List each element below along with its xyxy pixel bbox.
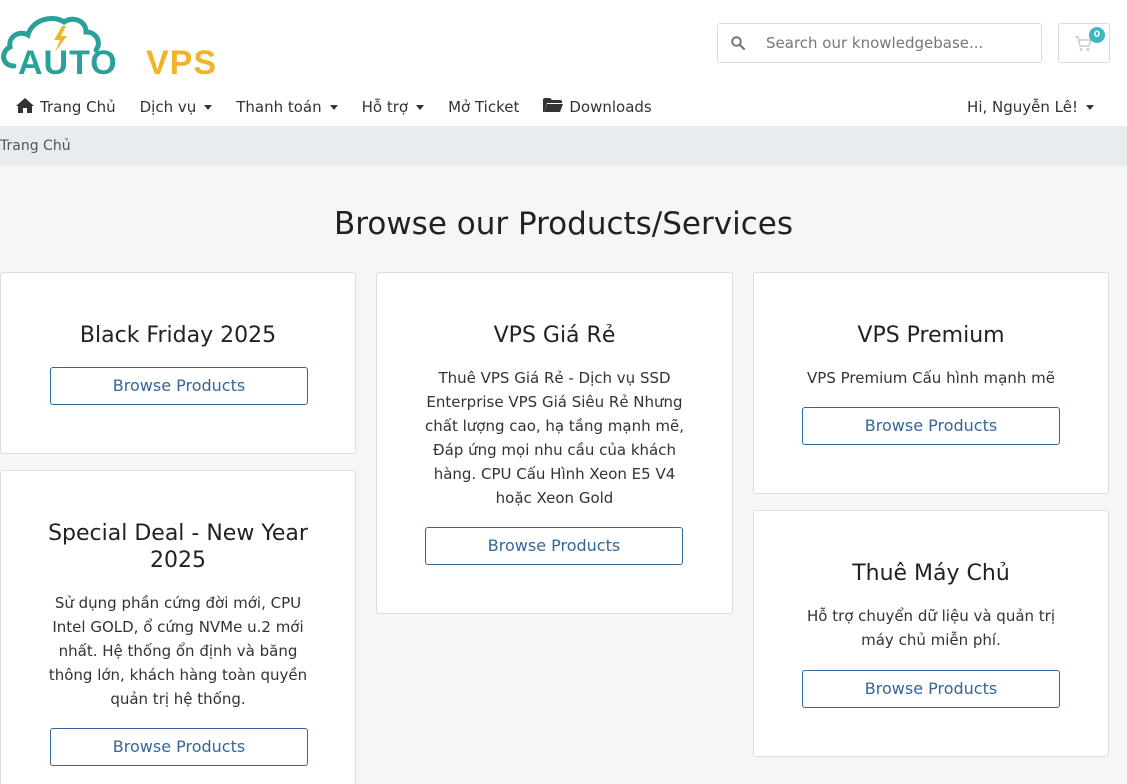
home-icon — [16, 97, 34, 117]
product-group-card: Thuê Máy Chủ Hỗ trợ chuyển dữ liệu và qu… — [753, 510, 1109, 757]
folder-icon — [543, 98, 564, 116]
browse-products-button[interactable]: Browse Products — [50, 367, 308, 405]
user-menu[interactable]: Hi, Nguyễn Lê! — [967, 98, 1094, 116]
browse-products-button[interactable]: Browse Products — [802, 407, 1060, 445]
nav-support[interactable]: Hỗ trợ — [361, 98, 425, 116]
chevron-down-icon — [329, 104, 338, 110]
product-group-card: VPS Giá Rẻ Thuê VPS Giá Rẻ - Dịch vụ SSD… — [376, 272, 733, 614]
card-title: Thuê Máy Chủ — [852, 561, 1010, 586]
nav-home[interactable]: Trang Chủ — [16, 97, 116, 117]
card-description: Sử dụng phần cứng đời mới, CPU Intel GOL… — [48, 594, 308, 708]
autovps-logo: AUTO VPS — [1, 16, 217, 82]
cart-button[interactable]: 0 — [1058, 23, 1110, 63]
search-icon — [718, 36, 758, 50]
card-title: VPS Giá Rẻ — [493, 323, 616, 348]
user-greeting: Hi, Nguyễn Lê! — [967, 98, 1078, 116]
breadcrumb: Trang Chủ — [0, 126, 1127, 166]
nav-services[interactable]: Dịch vụ — [140, 98, 213, 116]
product-group-card: Special Deal - New Year 2025 Sử dụng phầ… — [0, 470, 356, 784]
card-description: Hỗ trợ chuyển dữ liệu và quản trị máy ch… — [806, 607, 1056, 649]
card-title: Special Deal - New Year 2025 — [48, 521, 308, 573]
card-title: VPS Premium — [857, 323, 1005, 348]
browse-products-button[interactable]: Browse Products — [50, 728, 308, 766]
knowledgebase-search[interactable] — [717, 23, 1042, 63]
browse-products-button[interactable]: Browse Products — [425, 527, 683, 565]
card-title: Black Friday 2025 — [79, 323, 277, 348]
chevron-down-icon — [416, 104, 425, 110]
browse-products-button[interactable]: Browse Products — [802, 670, 1060, 708]
logo-text-auto: AUTO — [18, 44, 118, 78]
nav-billing-label: Thanh toán — [236, 98, 322, 116]
nav-open-ticket-label: Mở Ticket — [448, 98, 520, 116]
logo-text-vps: VPS — [146, 44, 217, 78]
card-description: Thuê VPS Giá Rẻ - Dịch vụ SSD Enterprise… — [425, 369, 684, 507]
breadcrumb-home[interactable]: Trang Chủ — [0, 138, 71, 154]
nav-open-ticket[interactable]: Mở Ticket — [448, 98, 519, 116]
header: AUTO VPS 0 Trang Chủ Dịch vụ Thanh toán — [0, 0, 1127, 126]
main-nav: Trang Chủ Dịch vụ Thanh toán Hỗ trợ Mở T… — [0, 88, 1127, 126]
nav-downloads[interactable]: Downloads — [543, 98, 652, 116]
product-group-card: VPS Premium VPS Premium Cấu hình mạnh mẽ… — [753, 272, 1109, 494]
page-title: Browse our Products/Services — [334, 206, 793, 242]
search-input[interactable] — [758, 25, 1041, 61]
nav-home-label: Trang Chủ — [40, 98, 116, 116]
nav-support-label: Hỗ trợ — [361, 98, 409, 116]
logo[interactable]: AUTO VPS — [0, 8, 220, 82]
chevron-down-icon — [204, 104, 213, 110]
cart-count-badge: 0 — [1089, 27, 1105, 43]
nav-billing[interactable]: Thanh toán — [236, 98, 338, 116]
chevron-down-icon — [1086, 104, 1094, 110]
product-group-card: Black Friday 2025 Browse Products — [0, 272, 356, 454]
card-description: VPS Premium Cấu hình mạnh mẽ — [807, 369, 1055, 387]
nav-services-label: Dịch vụ — [139, 98, 197, 116]
nav-downloads-label: Downloads — [569, 98, 652, 116]
